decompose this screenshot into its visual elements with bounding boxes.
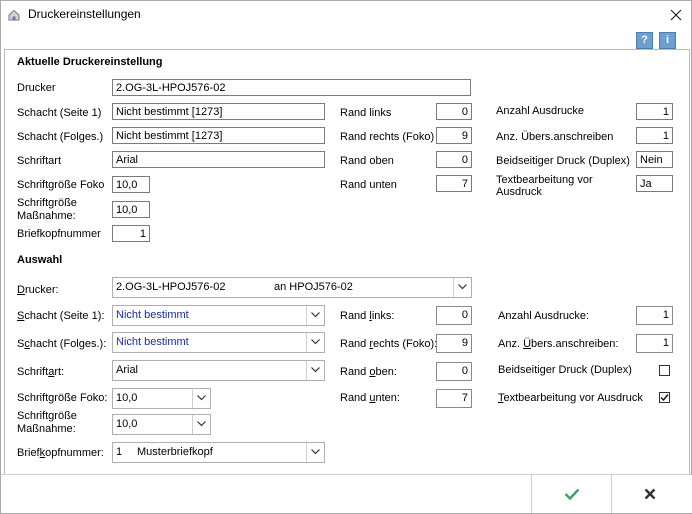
aktuell-sgmass-label-line2: Maßnahme: [17, 210, 76, 222]
auswahl-uebers-label: Anz. Übers.anschreiben: [498, 338, 619, 350]
auswahl-randunten-label: Rand unten: [340, 392, 400, 404]
auswahl-briefkopf-select[interactable]: 1 Musterbriefkopf [112, 442, 325, 463]
aktuell-schachtf-label: Schacht (Folges.) [17, 131, 104, 143]
aktuell-randoben-label: Rand oben [340, 155, 394, 167]
auswahl-randrechts-label: Rand rechts (Foko): [340, 338, 438, 350]
aktuell-sgmass-label-line1: Schriftgröße [17, 197, 77, 209]
chevron-down-icon[interactable] [306, 333, 324, 352]
aktuell-schriftart-label: Schriftart [17, 155, 62, 167]
ok-button[interactable] [531, 475, 611, 513]
aktuell-textbearb-label: Textbearbeitung vor Ausdruck [496, 174, 593, 198]
aktuell-drucker-label: Drucker [17, 82, 56, 94]
auswahl-schacht1-select-value: Nicht bestimmt [116, 309, 189, 321]
help-icon[interactable]: ? [636, 32, 653, 49]
auswahl-sgfoko-label: Schriftgröße Foko: [17, 392, 108, 404]
aktuell-duplex-label: Beidseitiger Druck (Duplex) [496, 155, 630, 167]
auswahl-drucker-label: Drucker: [17, 284, 59, 296]
auswahl-sgfoko-select[interactable]: 10,0 [112, 388, 211, 409]
auswahl-randlinks-input[interactable]: 0 [436, 306, 472, 325]
auswahl-schriftart-select-value: Arial [116, 364, 139, 376]
checkmark-icon [660, 394, 669, 402]
auswahl-sgmass-select[interactable]: 10,0 [112, 414, 211, 435]
chevron-down-icon[interactable] [306, 361, 324, 380]
chevron-down-icon[interactable] [453, 278, 471, 297]
auswahl-sgmass-select-value: 10,0 [116, 418, 138, 430]
info-icon[interactable]: i [659, 32, 676, 49]
auswahl-schachtf-select[interactable]: Nicht bestimmt [112, 332, 325, 353]
auswahl-briefkopf-label: Briefkopfnummer: [17, 447, 104, 459]
aktuell-uebers-label: Anz. Übers.anschreiben [496, 131, 614, 143]
section-title-auswahl: Auswahl [17, 254, 63, 266]
auswahl-sgmass-label-line1: Schriftgröße [17, 410, 77, 422]
close-icon [670, 9, 682, 21]
aktuell-textbearb-label-line2: Ausdruck [496, 186, 542, 198]
aktuell-randunten-label: Rand unten [340, 179, 397, 191]
auswahl-schacht1-label: Schacht (Seite 1): [17, 310, 105, 322]
title-bar: Druckereinstellungen [1, 1, 691, 29]
cancel-button[interactable] [611, 475, 692, 513]
aktuell-briefkopf-value: 1 [112, 225, 150, 242]
textbearb-checkbox[interactable] [659, 392, 670, 403]
section-title-aktuell: Aktuelle Druckereinstellung [17, 56, 163, 68]
checkmark-icon [564, 488, 580, 500]
auswahl-randlinks-label: Rand links: [340, 310, 395, 322]
auswahl-schacht1-select[interactable]: Nicht bestimmt [112, 305, 325, 326]
chevron-down-icon[interactable] [192, 389, 210, 408]
aktuell-sgmass-label: Schriftgröße Maßnahme: [17, 197, 77, 223]
auswahl-sgmass-label-line2: Maßnahme: [17, 423, 76, 435]
aktuell-sgfoko-value: 10,0 [112, 176, 150, 193]
aktuell-schriftart-value: Arial [112, 151, 325, 168]
aktuell-schacht1-value: Nicht bestimmt [1273] [112, 103, 325, 120]
duplex-checkbox[interactable] [659, 365, 670, 376]
auswahl-textbearb-label: Textbearbeitung vor Ausdruck [498, 392, 643, 404]
auswahl-schriftart-select[interactable]: Arial [112, 360, 325, 381]
auswahl-briefkopf-select-value: 1 [116, 446, 123, 458]
aktuell-schachtf-value: Nicht bestimmt [1273] [112, 127, 325, 144]
auswahl-randoben-input[interactable]: 0 [436, 362, 472, 381]
aktuell-randoben-value: 0 [436, 151, 472, 168]
auswahl-anzahl-label: Anzahl Ausdrucke: [498, 310, 590, 322]
aktuell-uebers-value: 1 [636, 127, 673, 144]
aktuell-sgmass-value: 10,0 [112, 201, 150, 218]
auswahl-anzahl-input[interactable]: 1 [636, 306, 673, 325]
chevron-down-icon[interactable] [192, 415, 210, 434]
chevron-down-icon[interactable] [306, 306, 324, 325]
aktuell-drucker-value: 2.OG-3L-HPOJ576-02 [112, 79, 471, 96]
auswahl-randrechts-input[interactable]: 9 [436, 334, 472, 353]
auswahl-uebers-input[interactable]: 1 [636, 334, 673, 353]
x-icon [644, 488, 656, 500]
auswahl-schriftart-label: Schriftart: [17, 366, 65, 378]
aktuell-textbearb-value: Ja [636, 175, 673, 192]
close-button[interactable] [665, 4, 687, 26]
auswahl-drucker-select-value2: an HPOJ576-02 [274, 281, 353, 293]
aktuell-randlinks-value: 0 [436, 103, 472, 120]
auswahl-schachtf-select-value: Nicht bestimmt [116, 336, 189, 348]
auswahl-sgmass-label: Schriftgröße Maßnahme: [17, 410, 77, 436]
auswahl-drucker-select[interactable]: 2.OG-3L-HPOJ576-02 an HPOJ576-02 [112, 277, 472, 298]
aktuell-randunten-value: 7 [436, 175, 472, 192]
home-app-icon [8, 9, 20, 21]
auswahl-duplex-label: Beidseitiger Druck (Duplex) [498, 364, 632, 376]
aktuell-randrechts-value: 9 [436, 127, 472, 144]
aktuell-textbearb-label-line1: Textbearbeitung vor [496, 174, 593, 186]
aktuell-sgfoko-label: Schriftgröße Foko [17, 179, 105, 191]
auswahl-drucker-select-value: 2.OG-3L-HPOJ576-02 [116, 281, 226, 293]
aktuell-schacht1-label: Schacht (Seite 1) [17, 107, 102, 119]
aktuell-duplex-value: Nein [636, 151, 673, 168]
window-title: Druckereinstellungen [28, 7, 141, 21]
auswahl-schachtf-label: Schacht (Folges.): [17, 338, 107, 350]
aktuell-anzahl-label: Anzahl Ausdrucke [496, 105, 585, 117]
auswahl-randunten-input[interactable]: 7 [436, 389, 472, 408]
aktuell-randrechts-label: Rand rechts (Foko) [340, 131, 435, 143]
aktuell-briefkopf-label: Briefkopfnummer [17, 228, 101, 240]
chevron-down-icon[interactable] [306, 443, 324, 462]
dialog-window: Druckereinstellungen ? i Aktuelle Drucke… [0, 0, 692, 514]
aktuell-anzahl-value: 1 [636, 103, 673, 120]
auswahl-sgfoko-select-value: 10,0 [116, 392, 138, 404]
aktuell-randlinks-label: Rand links [340, 107, 392, 119]
auswahl-briefkopf-select-value2: Musterbriefkopf [137, 446, 213, 458]
auswahl-randoben-label: Rand oben: [340, 366, 397, 378]
